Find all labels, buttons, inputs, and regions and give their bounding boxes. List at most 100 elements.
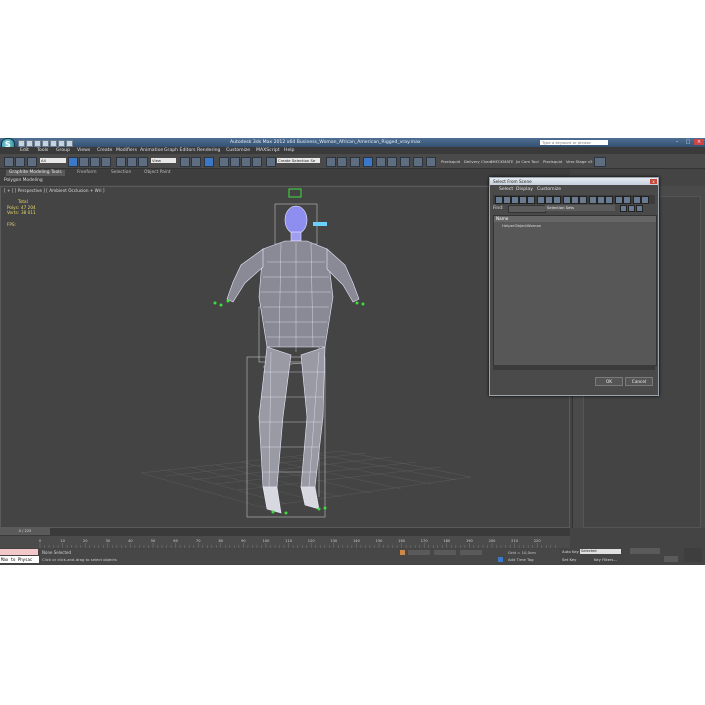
pivot-icon[interactable] <box>180 157 190 167</box>
schematic-view-icon[interactable] <box>387 157 397 167</box>
reference-coord-dropdown[interactable]: View <box>151 158 176 163</box>
jiz-cam-tool-button[interactable]: Jiz Cam Tool <box>516 159 539 164</box>
ok-button[interactable]: OK <box>595 377 623 386</box>
named-selection-sets-dropdown[interactable]: Create Selection Se <box>277 158 320 163</box>
minimize-icon[interactable]: – <box>672 139 682 145</box>
display-all-icon[interactable] <box>589 196 597 204</box>
scene-object-list[interactable]: Name HelperObjectWoman <box>493 215 657 366</box>
tab-graphite-modeling-tools[interactable]: Graphite Modeling Tools <box>6 170 65 176</box>
display-invert-icon[interactable] <box>605 196 613 204</box>
display-shapes-icon[interactable] <box>503 196 511 204</box>
select-all-icon[interactable] <box>615 196 623 204</box>
perspective-viewport[interactable]: [ + ] [ Perspective ] [ Ambient Occlusio… <box>0 186 570 528</box>
menu-modifiers[interactable]: Modifiers <box>116 148 137 153</box>
display-spacewarps-icon[interactable] <box>537 196 545 204</box>
display-lights-icon[interactable] <box>511 196 519 204</box>
link-icon[interactable] <box>27 157 37 167</box>
display-helpers-icon[interactable] <box>527 196 535 204</box>
viewport-navigation-icons[interactable] <box>684 548 702 562</box>
material-editor-icon[interactable] <box>400 157 410 167</box>
display-xrefs-icon[interactable] <box>553 196 561 204</box>
dialog-menu-display[interactable]: Display <box>516 187 533 192</box>
layer-manager-icon[interactable] <box>350 157 360 167</box>
maximize-icon[interactable]: □ <box>683 139 693 145</box>
dialog-close-icon[interactable]: x <box>650 179 657 184</box>
add-time-tag[interactable]: Add Time Tag <box>508 557 533 562</box>
y-coordinate-field[interactable] <box>434 550 456 555</box>
undo-icon[interactable] <box>42 140 49 147</box>
select-by-name-icon[interactable] <box>79 157 89 167</box>
find-input[interactable] <box>508 205 546 213</box>
align-icon[interactable] <box>337 157 347 167</box>
menu-help[interactable]: Help <box>284 148 294 153</box>
selection-filter-dropdown[interactable]: All <box>40 158 66 163</box>
menu-edit[interactable]: Edit <box>20 148 29 153</box>
z-coordinate-field[interactable] <box>460 550 482 555</box>
vero-stage-button[interactable]: Vero Stage v5 <box>566 159 593 164</box>
display-bones-icon[interactable] <box>563 196 571 204</box>
rect-region-icon[interactable] <box>90 157 100 167</box>
menu-rendering[interactable]: Rendering <box>197 148 220 153</box>
redo-icon[interactable] <box>15 157 25 167</box>
maxscript-listener[interactable] <box>0 549 38 555</box>
percent-snap-icon[interactable] <box>241 157 251 167</box>
close-icon[interactable]: × <box>694 139 704 145</box>
selection-sets-dropdown[interactable]: Selection Sets <box>545 205 615 211</box>
cancel-button[interactable]: Cancel <box>625 377 653 386</box>
menu-animation[interactable]: Animation <box>140 148 163 153</box>
filter-icon[interactable] <box>633 196 641 204</box>
lock-icon[interactable] <box>400 550 405 555</box>
rotate-icon[interactable] <box>127 157 137 167</box>
render-icon[interactable] <box>426 157 436 167</box>
save-file-icon[interactable] <box>34 140 41 147</box>
pixelsquid-button-2[interactable]: Pixelsquid <box>543 159 562 164</box>
scale-icon[interactable] <box>138 157 148 167</box>
mirror-icon[interactable] <box>326 157 336 167</box>
dialog-menu-select[interactable]: Select <box>499 187 513 192</box>
angle-snap-icon[interactable] <box>230 157 240 167</box>
new-file-icon[interactable] <box>18 140 25 147</box>
column-header-name[interactable]: Name <box>494 216 656 222</box>
list-horizontal-scrollbar[interactable] <box>493 365 655 370</box>
ribbon-panel-label[interactable]: Polygon Modeling <box>4 178 43 183</box>
display-groups-icon[interactable] <box>545 196 553 204</box>
time-tag-icon[interactable] <box>498 557 503 562</box>
hold-icon[interactable] <box>58 140 65 147</box>
curve-editor-icon[interactable] <box>376 157 386 167</box>
key-mode-dropdown[interactable]: Selected <box>580 549 621 554</box>
redo-icon[interactable] <box>50 140 57 147</box>
undo-icon[interactable] <box>4 157 14 167</box>
x-coordinate-field[interactable] <box>408 550 430 555</box>
list-item[interactable]: HelperObjectWoman <box>494 223 656 229</box>
display-frozen-icon[interactable] <box>579 196 587 204</box>
edit-named-sets-icon[interactable] <box>266 157 276 167</box>
time-slider-track[interactable]: 0 / 225 <box>0 528 570 536</box>
menu-tools[interactable]: Tools <box>37 148 48 153</box>
maxscript-mini-listener[interactable]: Max to Physac <box>0 556 39 563</box>
find-wildcard-icon[interactable] <box>628 205 635 212</box>
tab-selection[interactable]: Selection <box>108 170 134 176</box>
snap-icon[interactable] <box>219 157 229 167</box>
select-none-icon[interactable] <box>623 196 631 204</box>
fetch-icon[interactable] <box>66 140 73 147</box>
search-input[interactable]: Type a keyword or phrase <box>540 139 608 145</box>
menu-group[interactable]: Group <box>56 148 70 153</box>
delivery-check-button[interactable]: Delivery Check <box>464 159 493 164</box>
find-case-icon[interactable] <box>620 205 627 212</box>
keyboard-shortcut-icon[interactable] <box>204 157 214 167</box>
display-cameras-icon[interactable] <box>519 196 527 204</box>
tab-object-paint[interactable]: Object Paint <box>141 170 174 176</box>
sync-selection-icon[interactable] <box>641 196 649 204</box>
find-regex-icon[interactable] <box>636 205 643 212</box>
open-file-icon[interactable] <box>26 140 33 147</box>
time-slider[interactable]: 0 / 225 <box>0 528 50 535</box>
tab-freeform[interactable]: Freeform <box>74 170 100 176</box>
current-frame-field[interactable] <box>664 556 678 562</box>
menu-create[interactable]: Create <box>97 148 112 153</box>
display-containers-icon[interactable] <box>571 196 579 204</box>
track-bar[interactable]: 0 10 20 30 40 50 60 70 80 90 100 110 120 130 140 150 160… <box>0 536 570 548</box>
menu-views[interactable]: Views <box>77 148 90 153</box>
dialog-menu-customize[interactable]: Customize <box>537 187 561 192</box>
menu-graph-editors[interactable]: Graph Editors <box>164 148 196 153</box>
window-crossing-icon[interactable] <box>101 157 111 167</box>
